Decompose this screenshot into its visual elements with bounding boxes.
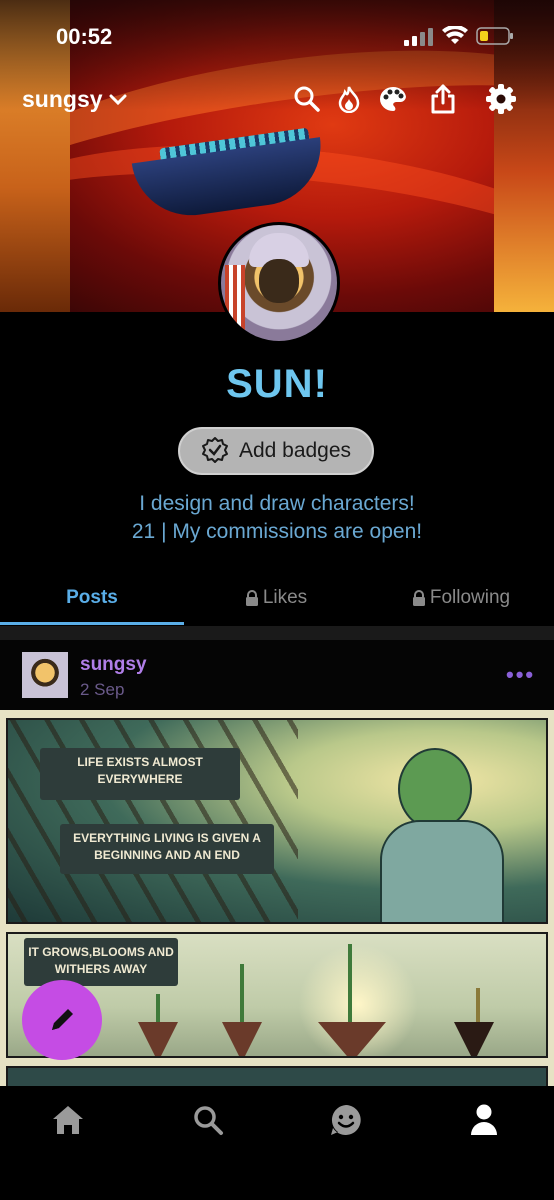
post-avatar[interactable]: [22, 652, 68, 698]
active-tab-indicator: [0, 622, 184, 625]
blog-switcher[interactable]: sungsy: [22, 86, 127, 113]
post-username[interactable]: sungsy: [80, 654, 147, 676]
activity-button[interactable]: [332, 82, 366, 116]
tab-following-label: Following: [429, 587, 511, 608]
tab-posts-label: Posts: [66, 587, 118, 608]
profile-top-bar: sungsy: [0, 80, 554, 120]
lock-icon: [245, 590, 258, 606]
badge-icon: [201, 437, 228, 463]
palette-icon: [380, 86, 406, 111]
customize-button[interactable]: [376, 82, 410, 116]
tab-likes[interactable]: Likes: [184, 574, 368, 622]
share-icon: [431, 84, 455, 114]
tab-posts[interactable]: Posts: [0, 574, 184, 622]
description-line-2: 21 | My commissions are open!: [131, 520, 423, 543]
blog-description: I design and draw characters! 21 | My co…: [0, 490, 554, 546]
caption-2: EVERYTHING LIVING IS GIVEN A BEGINNING A…: [60, 824, 274, 874]
compose-post-button[interactable]: [22, 980, 102, 1060]
flame-icon: [338, 86, 360, 113]
smiley-icon: [331, 1105, 361, 1135]
home-icon: [53, 1106, 83, 1134]
search-icon: [294, 86, 320, 112]
nav-search[interactable]: [188, 1100, 228, 1140]
nav-profile[interactable]: [464, 1100, 504, 1140]
comic-panel-3: [6, 1066, 548, 1086]
add-badges-label: Add badges: [238, 439, 352, 462]
gear-icon: [486, 84, 516, 114]
caption-3: IT GROWS,BLOOMS AND WITHERS AWAY: [24, 938, 178, 986]
profile-tabs: Posts Likes Following: [0, 574, 554, 626]
post-date: 2 Sep: [80, 680, 125, 699]
chevron-down-icon: [109, 94, 127, 105]
add-badges-button[interactable]: Add badges: [178, 427, 374, 475]
blog-title: SUN!: [226, 362, 328, 406]
status-time: 00:52: [56, 24, 113, 49]
blog-name: sungsy: [22, 86, 103, 112]
more-options-icon[interactable]: •••: [506, 662, 535, 688]
profile-avatar[interactable]: [218, 222, 340, 344]
signal-icon: [404, 28, 433, 46]
pencil-icon: [52, 1009, 73, 1030]
share-button[interactable]: [426, 82, 460, 116]
lock-icon: [412, 590, 425, 606]
tabs-divider: [0, 626, 554, 640]
status-bar: 00:52: [0, 22, 554, 52]
post-header: sungsy 2 Sep •••: [0, 640, 554, 710]
tab-likes-label: Likes: [262, 587, 308, 608]
wifi-icon: [442, 26, 468, 44]
search-button[interactable]: [290, 82, 324, 116]
bottom-navigation: [0, 1086, 554, 1200]
nav-activity[interactable]: [326, 1100, 366, 1140]
nav-home[interactable]: [48, 1100, 88, 1140]
battery-icon: [476, 27, 513, 45]
settings-button[interactable]: [484, 82, 518, 116]
search-icon: [194, 1106, 223, 1135]
tab-following[interactable]: Following: [368, 574, 554, 622]
description-line-1: I design and draw characters!: [139, 492, 415, 515]
caption-1: LIFE EXISTS ALMOST EVERYWHERE: [40, 748, 240, 800]
profile-icon: [471, 1104, 497, 1135]
